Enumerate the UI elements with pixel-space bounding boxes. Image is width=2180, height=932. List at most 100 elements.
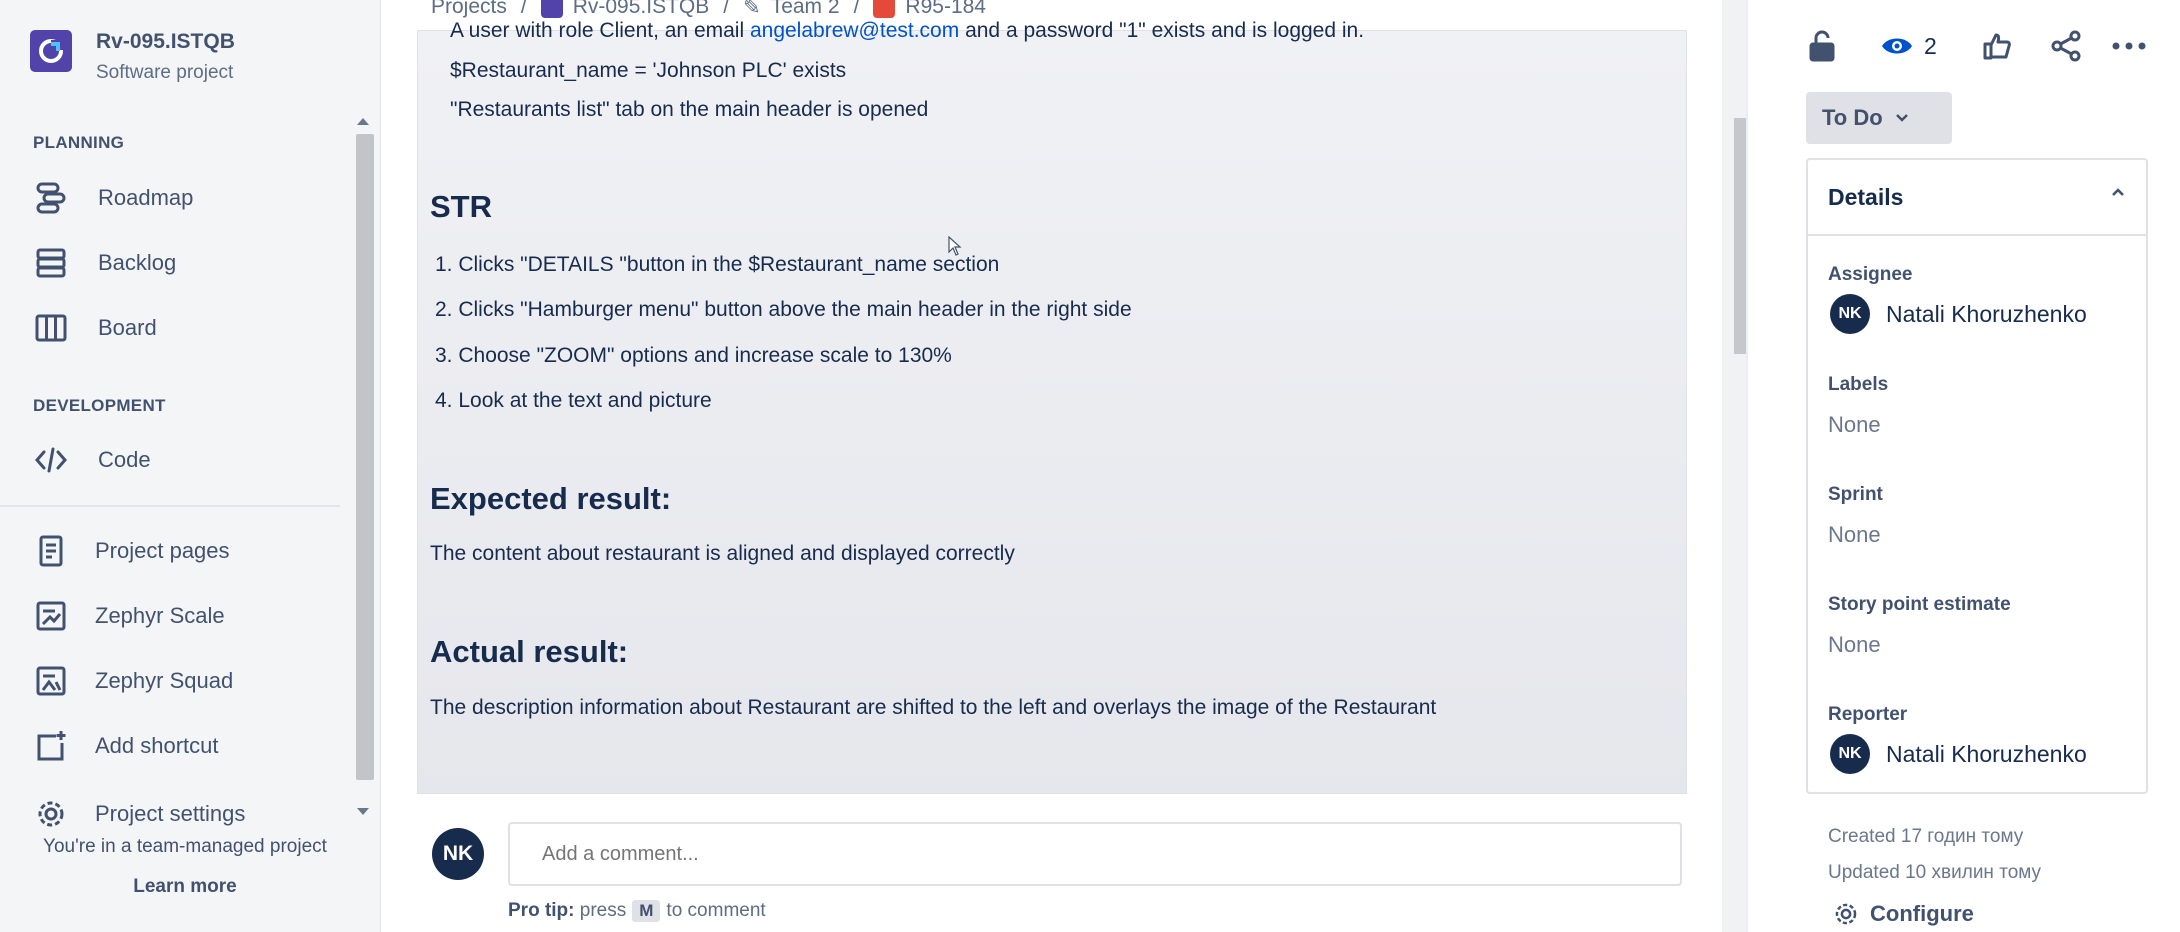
gear-icon [1835, 903, 1857, 925]
project-name: Rv-095.ISTQB [96, 30, 235, 53]
board-icon [32, 309, 70, 347]
details-header[interactable]: Details [1808, 160, 2146, 236]
pro-tip-suffix: to comment [666, 900, 766, 921]
mouse-cursor-icon [948, 236, 962, 256]
precondition-line-3: "Restaurants list" tab on the main heade… [450, 98, 929, 121]
breadcrumb-separator: / [723, 0, 730, 18]
assignee-label: Assignee [1828, 264, 1913, 285]
watch-button[interactable]: 2 [1880, 26, 1937, 66]
learn-more-link[interactable]: Learn more [0, 876, 370, 898]
str-step: 1. Clicks "DETAILS "button in the $Resta… [435, 253, 1000, 276]
add-shortcut-icon [32, 727, 70, 765]
pencil-icon: ✎ [743, 0, 761, 19]
assignee-name: Natali Khoruzhenko [1886, 300, 2087, 327]
sidebar-item-label: Project pages [95, 538, 230, 563]
chevron-down-icon [1895, 114, 1908, 122]
email-link[interactable]: angelabrew@test.com [750, 19, 959, 42]
jira-issue-view: Rv-095.ISTQB Software project PLANNING R… [0, 0, 2180, 932]
issue-details-panel: 2 To Do Details Assignee NK Natali Khoru… [1746, 0, 2180, 932]
bug-icon [873, 0, 896, 18]
breadcrumb-project[interactable]: Rv-095.ISTQB [573, 0, 710, 19]
labels-value[interactable]: None [1828, 412, 1881, 438]
zephyr-squad-icon [32, 662, 70, 700]
reporter-field[interactable]: NK Natali Khoruzhenko [1830, 734, 2087, 774]
created-timestamp: Created 17 годин тому [1828, 826, 2024, 847]
status-label: To Do [1822, 105, 1883, 130]
pro-tip-press: press [579, 900, 627, 921]
updated-timestamp: Updated 10 хвилин тому [1828, 862, 2042, 883]
sidebar-item-label: Code [98, 447, 151, 472]
sidebar-item-label: Add shortcut [95, 733, 219, 758]
sidebar-item-label: Backlog [98, 250, 177, 275]
avatar: NK [432, 828, 484, 880]
sidebar-item-label: Zephyr Scale [95, 603, 225, 628]
planning-section-label: PLANNING [33, 133, 125, 152]
precondition-text: and a password "1" exists and is logged … [959, 19, 1365, 42]
sidebar-item-roadmap[interactable]: Roadmap [0, 172, 355, 224]
breadcrumb-parent[interactable]: Team 2 [771, 0, 840, 19]
reporter-label: Reporter [1828, 704, 1908, 725]
issue-main-content: Projects / Rv-095.ISTQB / ✎ Team 2 / R95… [381, 0, 1758, 932]
avatar: NK [1830, 294, 1870, 334]
project-type: Software project [96, 62, 234, 83]
comment-input[interactable] [508, 822, 1682, 886]
details-section: Details Assignee NK Natali Khoruzhenko L… [1806, 158, 2148, 794]
precondition-line-2: $Restaurant_name = 'Johnson PLC' exists [450, 59, 847, 82]
project-logo-icon [540, 0, 563, 18]
sidebar-item-label: Zephyr Squad [95, 668, 234, 693]
roadmap-icon [32, 179, 70, 217]
sidebar-item-project-settings[interactable]: Project settings [0, 788, 355, 840]
watch-count: 2 [1924, 32, 1937, 59]
sidebar-item-label: Roadmap [98, 185, 194, 210]
scroll-up-arrow-icon[interactable] [357, 118, 369, 125]
precondition-line-1: A user with role Client, an email angela… [450, 19, 1364, 43]
shortcut-key: M [632, 900, 661, 922]
description-panel[interactable]: A user with role Client, an email angela… [417, 19, 1687, 794]
details-title: Details [1828, 184, 1904, 210]
breadcrumb-issue-key[interactable]: R95-184 [905, 0, 986, 19]
project-header[interactable]: Rv-095.ISTQB Software project [30, 30, 235, 83]
actual-result-heading: Actual result: [430, 634, 629, 669]
thumbs-up-icon[interactable] [1982, 26, 2012, 66]
sidebar-item-project-pages[interactable]: Project pages [0, 525, 355, 577]
issue-actions: 2 [1748, 26, 2180, 66]
lock-icon[interactable] [1808, 26, 1836, 66]
reporter-name: Natali Khoruzhenko [1886, 740, 2087, 767]
labels-label: Labels [1828, 374, 1889, 395]
sidebar-divider [0, 505, 340, 507]
sidebar-scrollbar[interactable] [354, 112, 376, 824]
actual-result-text: The description information about Restau… [430, 696, 1437, 719]
sidebar-item-label: Project settings [95, 801, 246, 826]
chevron-up-icon[interactable] [2110, 186, 2126, 198]
sidebar-item-backlog[interactable]: Backlog [0, 237, 355, 289]
share-icon[interactable] [2050, 26, 2082, 66]
configure-button[interactable]: Configure [1832, 900, 1974, 928]
sidebar-footer: You're in a team-managed project Learn m… [0, 836, 370, 898]
assignee-field[interactable]: NK Natali Khoruzhenko [1830, 294, 2087, 334]
development-section-label: DEVELOPMENT [33, 396, 166, 415]
more-actions-icon[interactable] [2112, 26, 2146, 66]
pro-tip-label: Pro tip: [508, 900, 575, 921]
sidebar-scroll-thumb[interactable] [356, 134, 374, 780]
sidebar-item-label: Board [98, 315, 157, 340]
expected-result-text: The content about restaurant is aligned … [430, 542, 1015, 565]
sidebar-item-zephyr-squad[interactable]: Zephyr Squad [0, 655, 355, 707]
configure-label: Configure [1870, 901, 1974, 926]
precondition-text: A user with role Client, an email [450, 19, 750, 42]
str-step: 4. Look at the text and picture [435, 389, 712, 412]
sidebar-item-add-shortcut[interactable]: Add shortcut [0, 720, 355, 772]
sprint-value[interactable]: None [1828, 522, 1881, 548]
status-dropdown[interactable]: To Do [1806, 92, 1952, 144]
str-heading: STR [430, 189, 492, 224]
sidebar-item-zephyr-scale[interactable]: Zephyr Scale [0, 590, 355, 642]
sidebar-item-code[interactable]: Code [0, 434, 355, 486]
sidebar-item-board[interactable]: Board [0, 302, 355, 354]
breadcrumb-separator: / [853, 0, 860, 18]
breadcrumb-separator: / [520, 0, 527, 18]
scroll-down-arrow-icon[interactable] [357, 808, 369, 815]
pro-tip: Pro tip: press Mto comment [508, 900, 766, 922]
eye-icon [1882, 38, 1912, 54]
breadcrumb-projects[interactable]: Projects [431, 0, 507, 19]
story-points-value[interactable]: None [1828, 632, 1881, 658]
pages-icon [32, 532, 70, 570]
